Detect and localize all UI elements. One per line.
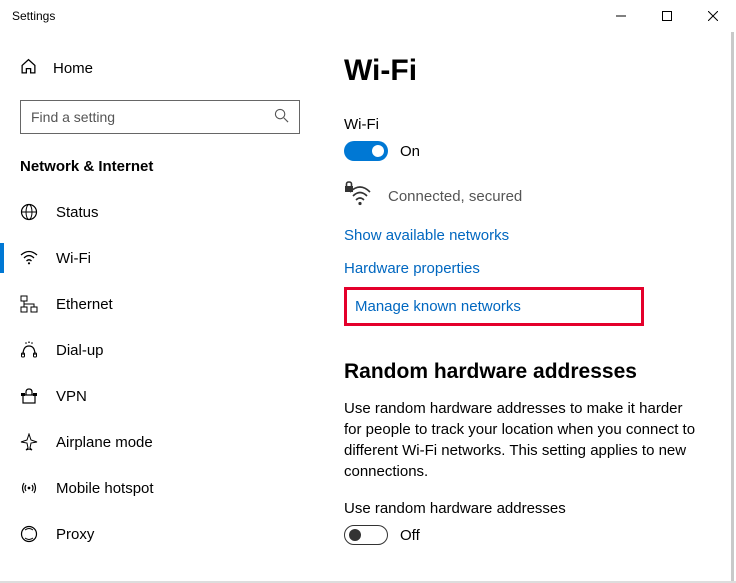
search-placeholder: Find a setting xyxy=(31,109,115,125)
sidebar-item-label: Airplane mode xyxy=(56,434,153,451)
random-mac-toggle-label: Use random hardware addresses xyxy=(344,500,707,517)
sidebar-item-label: Ethernet xyxy=(56,296,113,313)
maximize-button[interactable] xyxy=(644,0,690,32)
sidebar-item-proxy[interactable]: Proxy xyxy=(0,511,320,557)
sidebar-item-label: VPN xyxy=(56,388,87,405)
home-icon xyxy=(20,58,37,79)
sidebar-item-wifi[interactable]: Wi-Fi xyxy=(0,235,320,281)
minimize-button[interactable] xyxy=(598,0,644,32)
random-mac-toggle-state: Off xyxy=(400,527,420,544)
home-button[interactable]: Home xyxy=(0,48,320,88)
search-input[interactable]: Find a setting xyxy=(20,100,300,134)
random-mac-toggle[interactable] xyxy=(344,525,388,545)
status-icon xyxy=(20,203,38,221)
sidebar-item-label: Mobile hotspot xyxy=(56,480,154,497)
window-title: Settings xyxy=(12,9,598,23)
sidebar-item-vpn[interactable]: VPN xyxy=(0,373,320,419)
sidebar-item-label: Dial-up xyxy=(56,342,104,359)
show-available-networks-link[interactable]: Show available networks xyxy=(344,227,707,244)
random-mac-heading: Random hardware addresses xyxy=(344,360,707,384)
search-icon xyxy=(274,108,289,126)
dialup-icon xyxy=(20,341,38,359)
proxy-icon xyxy=(20,525,38,543)
sidebar-item-status[interactable]: Status xyxy=(0,189,320,235)
wifi-icon xyxy=(20,249,38,267)
wifi-toggle[interactable] xyxy=(344,141,388,161)
page-title: Wi-Fi xyxy=(344,54,707,88)
sidebar-item-airplane[interactable]: Airplane mode xyxy=(0,419,320,465)
sidebar-item-label: Proxy xyxy=(56,526,94,543)
sidebar-item-hotspot[interactable]: Mobile hotspot xyxy=(0,465,320,511)
sidebar-item-label: Status xyxy=(56,204,99,221)
manage-known-networks-link[interactable]: Manage known networks xyxy=(355,298,521,315)
home-label: Home xyxy=(53,60,93,77)
category-header: Network & Internet xyxy=(0,152,320,189)
wifi-toggle-label: Wi-Fi xyxy=(344,116,707,133)
connection-status: Connected, secured xyxy=(388,188,522,205)
vpn-icon xyxy=(20,387,38,405)
sidebar-item-dialup[interactable]: Dial-up xyxy=(0,327,320,373)
random-mac-description: Use random hardware addresses to make it… xyxy=(344,398,704,482)
sidebar-item-ethernet[interactable]: Ethernet xyxy=(0,281,320,327)
ethernet-icon xyxy=(20,295,38,313)
wifi-secured-icon xyxy=(344,181,372,211)
wifi-toggle-state: On xyxy=(400,143,420,160)
hotspot-icon xyxy=(20,479,38,497)
airplane-icon xyxy=(20,433,38,451)
hardware-properties-link[interactable]: Hardware properties xyxy=(344,260,707,277)
highlight-box: Manage known networks xyxy=(344,287,644,326)
sidebar-item-label: Wi-Fi xyxy=(56,250,91,267)
close-button[interactable] xyxy=(690,0,736,32)
